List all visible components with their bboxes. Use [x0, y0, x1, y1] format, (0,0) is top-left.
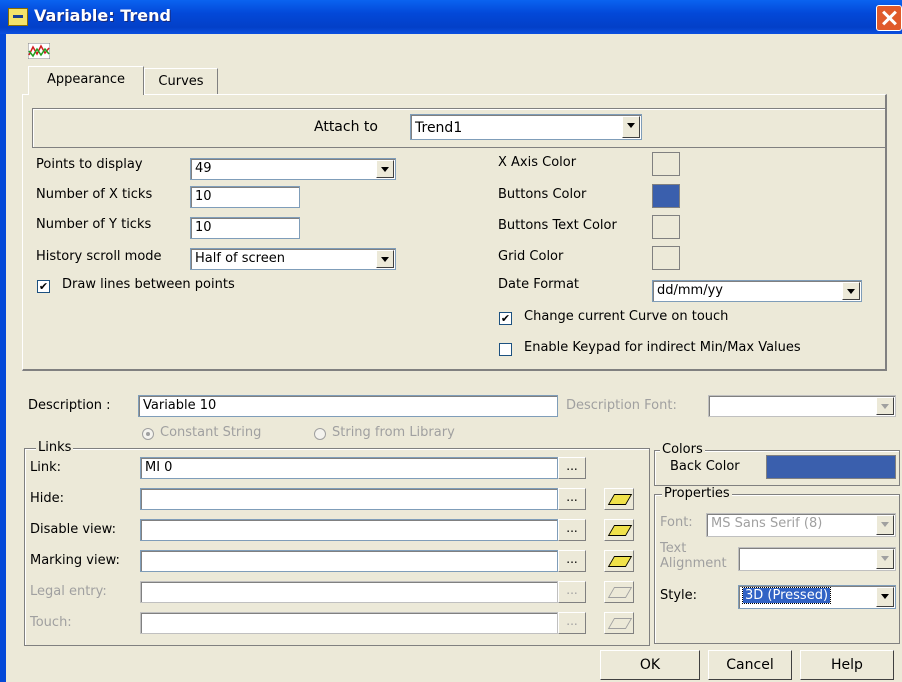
- font-label: Font:: [660, 515, 693, 530]
- style-dropdown[interactable]: 3D (Pressed): [738, 585, 896, 609]
- date-format-dropdown[interactable]: dd/mm/yy: [652, 280, 862, 302]
- xticks-input[interactable]: 10: [190, 186, 300, 208]
- link-input[interactable]: MI 0: [140, 457, 558, 479]
- text-alignment-label: Text Alignment: [660, 541, 727, 571]
- buttons-text-color-swatch[interactable]: [652, 215, 680, 239]
- description-font-dropdown[interactable]: [708, 395, 896, 417]
- keypad-checkbox[interactable]: [499, 343, 512, 356]
- attach-value: Trend1: [415, 120, 463, 136]
- yticks-input[interactable]: 10: [190, 217, 300, 239]
- description-label: Description :: [28, 398, 111, 413]
- ok-button[interactable]: OK: [600, 650, 700, 680]
- touch-browse-button[interactable]: ...: [558, 612, 586, 634]
- chevron-down-icon[interactable]: [376, 250, 394, 268]
- alignment-label: Alignment: [660, 556, 727, 571]
- text-label: Text: [660, 541, 687, 556]
- tab-curves-label: Curves: [158, 74, 204, 89]
- legal-entry-label: Legal entry:: [30, 584, 107, 599]
- disable-view-input[interactable]: [140, 519, 558, 541]
- eraser-icon[interactable]: [604, 612, 634, 634]
- eraser-icon[interactable]: [604, 581, 634, 603]
- change-curve-label: Change current Curve on touch: [524, 309, 729, 324]
- marking-view-browse-button[interactable]: ...: [558, 550, 586, 572]
- link-browse-button[interactable]: ...: [558, 457, 586, 479]
- close-icon[interactable]: [876, 5, 902, 31]
- date-format-label: Date Format: [498, 277, 580, 292]
- history-value: Half of screen: [195, 251, 285, 266]
- variable-window-icon: [8, 8, 28, 26]
- chevron-down-icon[interactable]: [876, 515, 894, 535]
- style-value: 3D (Pressed): [741, 587, 832, 604]
- buttons-text-color-label: Buttons Text Color: [498, 218, 617, 233]
- string-library-label: String from Library: [332, 425, 455, 440]
- attach-label: Attach to: [314, 119, 378, 135]
- tab-appearance[interactable]: Appearance: [28, 66, 144, 95]
- string-library-radio[interactable]: [314, 428, 326, 440]
- history-label: History scroll mode: [36, 249, 162, 264]
- marking-view-input[interactable]: [140, 550, 558, 572]
- hide-input[interactable]: [140, 488, 558, 510]
- tab-appearance-label: Appearance: [46, 72, 126, 87]
- change-curve-checkbox[interactable]: ✔: [499, 312, 512, 325]
- grid-color-swatch[interactable]: [652, 246, 680, 270]
- chevron-down-icon[interactable]: [376, 160, 394, 178]
- points-label: Points to display: [36, 157, 143, 172]
- help-button[interactable]: Help: [800, 650, 894, 680]
- links-title: Links: [36, 440, 74, 455]
- chevron-down-icon[interactable]: [622, 116, 640, 138]
- legal-entry-input[interactable]: [140, 581, 558, 603]
- hide-browse-button[interactable]: ...: [558, 488, 586, 510]
- properties-title: Properties: [662, 486, 732, 501]
- description-input[interactable]: Variable 10: [138, 395, 558, 417]
- variable-trend-dialog: Variable: Trend Appearance Curves Attach…: [0, 0, 902, 682]
- draw-lines-label: Draw lines between points: [62, 277, 235, 292]
- window-title: Variable: Trend: [34, 6, 171, 25]
- colors-title: Colors: [660, 442, 705, 457]
- marking-view-label: Marking view:: [30, 553, 120, 568]
- constant-string-label: Constant String: [160, 425, 262, 440]
- link-label: Link:: [30, 460, 62, 475]
- grid-color-label: Grid Color: [498, 249, 564, 264]
- xticks-label: Number of X ticks: [36, 187, 153, 202]
- points-value: 49: [195, 161, 212, 176]
- eraser-icon[interactable]: [604, 550, 634, 572]
- disable-view-label: Disable view:: [30, 522, 116, 537]
- hide-label: Hide:: [30, 491, 65, 506]
- style-label: Style:: [660, 588, 698, 603]
- tab-curves[interactable]: Curves: [144, 68, 218, 95]
- xaxis-color-label: X Axis Color: [498, 155, 577, 170]
- trend-chart-icon: [28, 43, 50, 59]
- chevron-down-icon[interactable]: [876, 397, 894, 415]
- disable-view-browse-button[interactable]: ...: [558, 519, 586, 541]
- title-bar[interactable]: Variable: Trend: [0, 0, 902, 34]
- window-frame: [0, 34, 6, 682]
- description-font-label: Description Font:: [566, 398, 677, 413]
- keypad-label: Enable Keypad for indirect Min/Max Value…: [524, 340, 801, 355]
- font-dropdown[interactable]: MS Sans Serif (8): [706, 513, 896, 537]
- eraser-icon[interactable]: [604, 488, 634, 510]
- points-dropdown[interactable]: 49: [190, 158, 396, 180]
- xaxis-color-swatch[interactable]: [652, 152, 680, 176]
- text-alignment-dropdown[interactable]: [738, 547, 896, 571]
- font-value: MS Sans Serif (8): [711, 516, 823, 531]
- touch-label: Touch:: [30, 615, 72, 630]
- touch-input[interactable]: [140, 612, 558, 634]
- legal-entry-browse-button[interactable]: ...: [558, 581, 586, 603]
- buttons-color-label: Buttons Color: [498, 187, 587, 202]
- back-color-swatch[interactable]: [766, 455, 896, 479]
- history-dropdown[interactable]: Half of screen: [190, 248, 396, 270]
- constant-string-radio[interactable]: [142, 428, 154, 440]
- date-format-value: dd/mm/yy: [657, 283, 723, 298]
- chevron-down-icon[interactable]: [842, 282, 860, 300]
- back-color-label: Back Color: [670, 459, 740, 474]
- chevron-down-icon[interactable]: [876, 549, 894, 569]
- draw-lines-checkbox[interactable]: ✔: [37, 280, 50, 293]
- eraser-icon[interactable]: [604, 519, 634, 541]
- attach-dropdown[interactable]: Trend1: [410, 114, 642, 140]
- chevron-down-icon[interactable]: [876, 587, 894, 607]
- cancel-button[interactable]: Cancel: [708, 650, 792, 680]
- yticks-label: Number of Y ticks: [36, 217, 152, 232]
- buttons-color-swatch[interactable]: [652, 184, 680, 208]
